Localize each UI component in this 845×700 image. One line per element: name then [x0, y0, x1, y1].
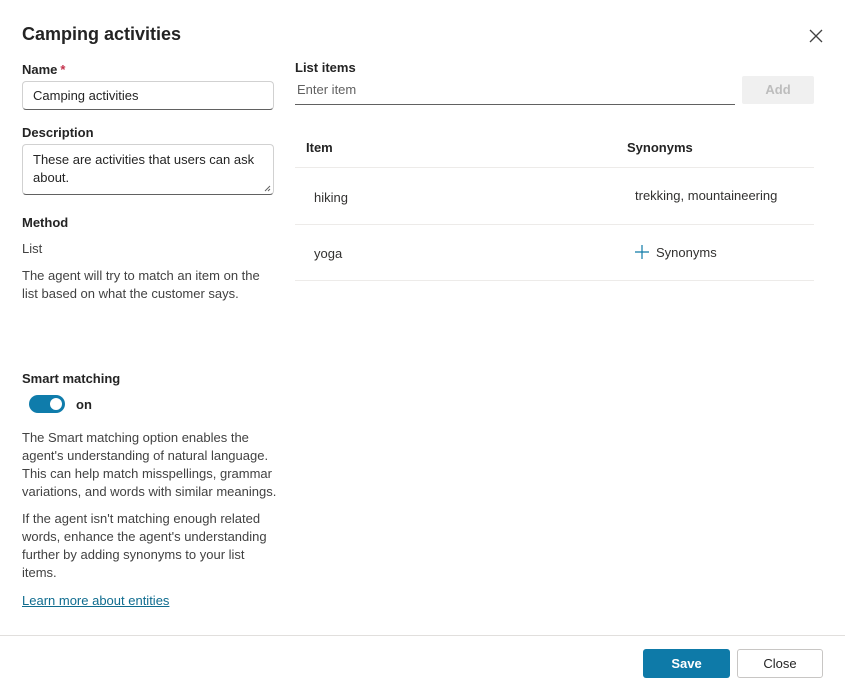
learn-more-link[interactable]: Learn more about entities	[22, 593, 169, 608]
table-divider	[295, 280, 814, 281]
camping-activities-dialog: Camping activities Name * Camping activit…	[0, 0, 845, 700]
add-button[interactable]: Add	[742, 76, 814, 104]
name-label: Name *	[22, 62, 65, 77]
name-input[interactable]: Camping activities	[22, 81, 274, 110]
required-marker: *	[60, 62, 66, 77]
method-label: Method	[22, 215, 69, 230]
save-button[interactable]: Save	[643, 649, 730, 678]
close-icon[interactable]	[806, 26, 826, 46]
description-textarea[interactable]: These are activities that users can ask …	[22, 144, 274, 195]
row-item: hiking	[314, 190, 348, 205]
add-synonyms-button[interactable]: Synonyms	[634, 244, 717, 260]
name-label-text: Name	[22, 62, 58, 77]
row-item: yoga	[314, 246, 343, 261]
add-synonyms-label: Synonyms	[656, 244, 717, 260]
smart-matching-help-2: If the agent isn't matching enough relat…	[22, 511, 267, 580]
row-synonyms: trekking, mountaineering	[635, 188, 778, 203]
smart-matching-help-1: The Smart matching option enables the ag…	[22, 430, 277, 499]
method-value: List	[22, 241, 43, 256]
column-header-synonyms: Synonyms	[627, 140, 693, 155]
enter-item-input[interactable]: Enter item	[295, 78, 735, 105]
description-label: Description	[22, 125, 94, 140]
close-button[interactable]: Close	[737, 649, 823, 678]
footer-divider	[0, 635, 845, 636]
description-text: These are activities that users can ask …	[33, 152, 255, 185]
smart-matching-state: on	[76, 397, 92, 412]
plus-icon	[635, 245, 649, 259]
method-help-text: The agent will try to match an item on t…	[22, 268, 260, 301]
resize-handle-icon[interactable]	[263, 184, 271, 192]
toggle-knob	[50, 398, 62, 410]
list-items-label: List items	[295, 60, 356, 75]
column-header-item: Item	[306, 140, 333, 155]
table-divider	[295, 167, 814, 168]
smart-matching-label: Smart matching	[22, 371, 121, 386]
dialog-title: Camping activities	[22, 24, 182, 44]
table-divider	[295, 224, 814, 225]
smart-matching-toggle[interactable]	[29, 395, 65, 413]
